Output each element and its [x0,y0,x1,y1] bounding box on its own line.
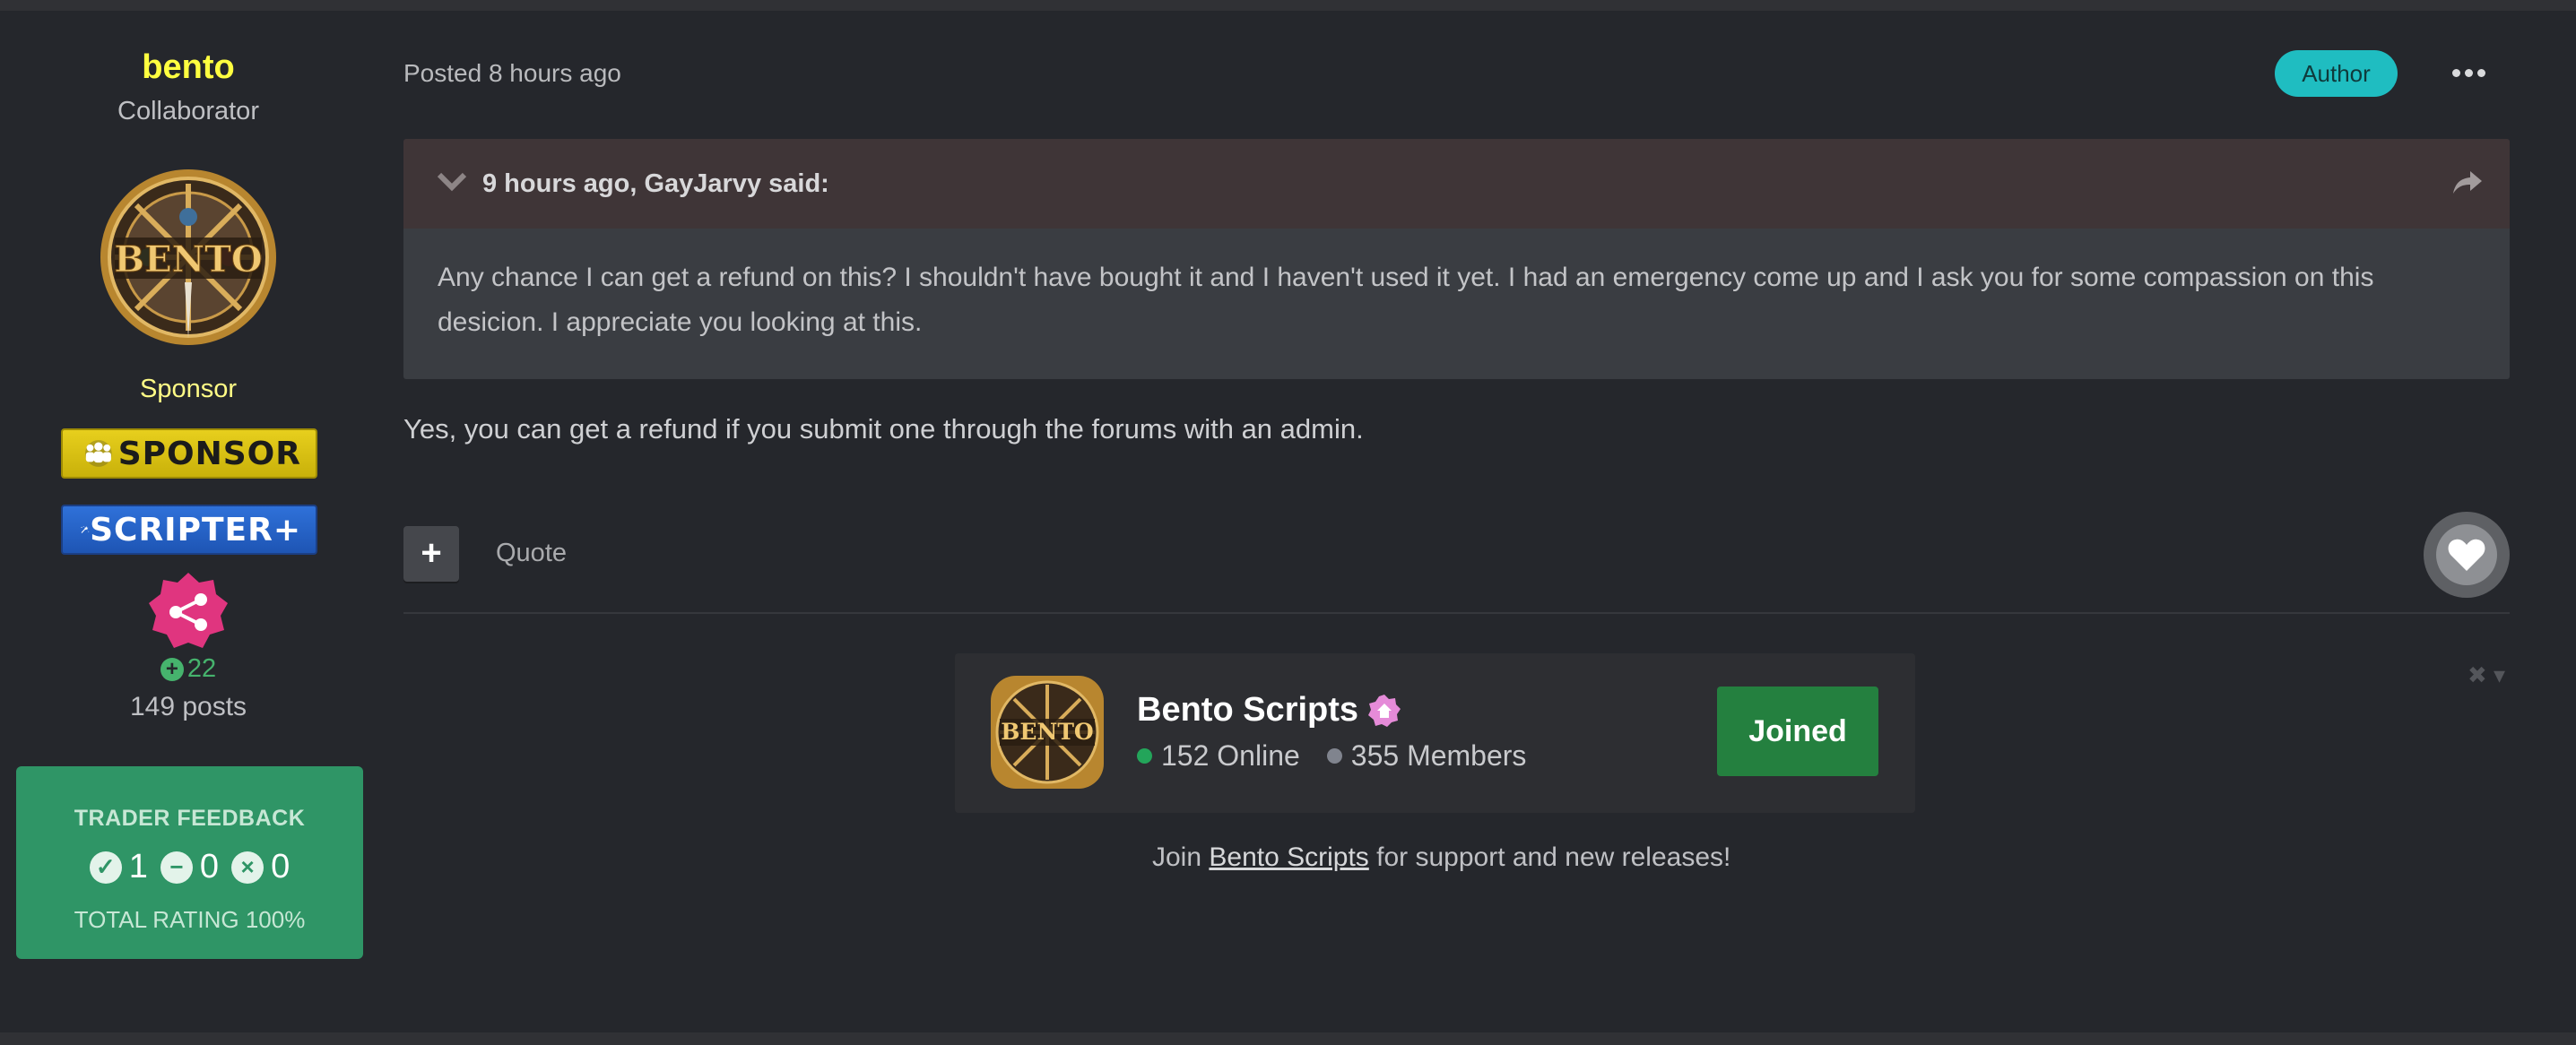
discord-stats: 152 Online 355 Members [1137,739,1526,773]
more-options-icon[interactable] [2452,59,2488,86]
quote-header: 9 hours ago, GayJarvy said: [403,139,2510,229]
author-group: Sponsor [139,375,237,403]
quote-text: Any chance I can get a refund on this? I… [403,229,2510,379]
multiquote-plus-button[interactable]: + [403,526,459,582]
trader-feedback-title: TRADER FEEDBACK [74,806,306,831]
trader-feedback-stats: ✓ 1 −0 × 0 [16,848,363,886]
post-count[interactable]: 149 posts [0,692,377,722]
online-count: 152 Online [1161,739,1300,772]
x-circle-icon: × [231,851,265,884]
magic-wand-icon [81,526,90,533]
author-title: Collaborator [117,97,259,125]
sponsor-badge: SPONSOR [61,428,317,479]
reputation-count[interactable]: +22 [0,654,377,684]
join-prefix: Join [1152,842,1210,872]
author-sidebar: bento Collaborator BENTO Sponsor SPONSOR [0,11,382,1032]
avatar-text: BENTO [114,238,262,281]
minus-circle-icon: − [160,851,193,884]
chevron-down-icon[interactable] [436,169,468,194]
joined-button[interactable]: Joined [1717,687,1878,776]
positive-count: 1 [128,848,148,885]
plus-circle-icon: + [160,658,184,682]
discord-server-widget: BENTO Bento Scripts 152 Online 355 Membe… [955,653,1915,813]
post-timestamp[interactable]: Posted 8 hours ago [403,59,621,88]
people-group-icon [85,440,112,467]
post-body-text: Yes, you can get a refund if you submit … [403,413,1364,445]
boost-badge-icon [1368,694,1401,727]
share-achievement-icon[interactable] [147,571,230,653]
neutral-count: 0 [199,848,220,885]
share-arrow-icon[interactable] [2452,169,2483,196]
heart-icon [2448,539,2485,571]
post-divider [403,612,2510,614]
bento-scripts-link[interactable]: Bento Scripts [1209,842,1368,872]
scripter-plus-badge: SCRIPTER+ [61,505,317,555]
reaction-button[interactable] [2424,512,2510,598]
trader-feedback-panel[interactable]: TRADER FEEDBACK ✓ 1 −0 × 0 TOTAL RATING 10… [16,766,363,959]
bottom-frame [0,1032,2576,1045]
trader-total-rating: TOTAL RATING 100% [74,906,306,933]
reputation-value: 22 [186,654,217,683]
server-logo: BENTO [991,676,1104,789]
discord-server-name: Bento Scripts [1137,691,1401,730]
quote-citation: 9 hours ago, GayJarvy said: [482,169,829,198]
scripter-badge-label: SCRIPTER+ [90,511,301,548]
check-circle-icon: ✓ [89,851,122,884]
quoted-post: 9 hours ago, GayJarvy said: Any chance I… [403,139,2510,379]
author-avatar[interactable]: BENTO [99,168,278,347]
online-dot-icon [1137,748,1152,764]
author-badge: Author [2275,50,2398,97]
members-dot-icon [1326,748,1342,764]
close-widget-icon[interactable]: ✖ ▾ [2468,661,2505,689]
top-frame [0,0,2576,11]
member-count: 355 Members [1350,739,1527,772]
quote-button[interactable]: Quote [496,539,567,568]
author-username[interactable]: bento [0,48,377,87]
server-name-text: Bento Scripts [1137,691,1359,729]
join-suffix: for support and new releases! [1368,842,1731,872]
negative-count: 0 [271,848,291,885]
sponsor-badge-label: SPONSOR [117,435,301,472]
logo-text: BENTO [1001,719,1093,745]
